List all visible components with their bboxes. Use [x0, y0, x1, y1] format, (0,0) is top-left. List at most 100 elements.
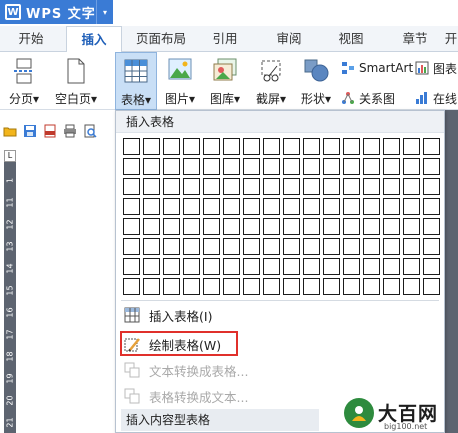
page-break-button[interactable]: 分页▾: [4, 52, 44, 110]
grid-cell[interactable]: [143, 198, 160, 215]
grid-cell[interactable]: [363, 218, 380, 235]
grid-cell[interactable]: [163, 198, 180, 215]
grid-cell[interactable]: [243, 258, 260, 275]
relation-graph-button[interactable]: 关系图: [341, 88, 395, 108]
grid-cell[interactable]: [423, 138, 440, 155]
grid-cell[interactable]: [263, 258, 280, 275]
grid-cell[interactable]: [403, 158, 420, 175]
grid-cell[interactable]: [403, 138, 420, 155]
grid-cell[interactable]: [183, 138, 200, 155]
open-folder-icon[interactable]: [3, 124, 17, 138]
grid-cell[interactable]: [283, 158, 300, 175]
grid-cell[interactable]: [163, 158, 180, 175]
grid-cell[interactable]: [143, 258, 160, 275]
grid-cell[interactable]: [403, 278, 420, 295]
grid-cell[interactable]: [243, 158, 260, 175]
grid-cell[interactable]: [183, 238, 200, 255]
grid-cell[interactable]: [343, 238, 360, 255]
grid-cell[interactable]: [323, 238, 340, 255]
grid-cell[interactable]: [323, 138, 340, 155]
grid-cell[interactable]: [263, 218, 280, 235]
grid-cell[interactable]: [323, 158, 340, 175]
grid-cell[interactable]: [143, 278, 160, 295]
grid-cell[interactable]: [383, 178, 400, 195]
grid-cell[interactable]: [323, 198, 340, 215]
grid-cell[interactable]: [223, 258, 240, 275]
grid-cell[interactable]: [183, 278, 200, 295]
export-pdf-icon[interactable]: [43, 124, 57, 138]
grid-cell[interactable]: [163, 218, 180, 235]
app-menu-button[interactable]: W WPS 文字 ▾: [0, 0, 113, 24]
table-button[interactable]: 表格▾: [115, 52, 157, 110]
grid-cell[interactable]: [343, 138, 360, 155]
grid-cell[interactable]: [363, 178, 380, 195]
grid-cell[interactable]: [363, 238, 380, 255]
grid-cell[interactable]: [123, 278, 140, 295]
tab-stop-selector[interactable]: L: [4, 150, 16, 162]
grid-cell[interactable]: [203, 198, 220, 215]
grid-cell[interactable]: [163, 258, 180, 275]
grid-cell[interactable]: [303, 258, 320, 275]
grid-cell[interactable]: [203, 258, 220, 275]
grid-cell[interactable]: [183, 158, 200, 175]
grid-cell[interactable]: [203, 218, 220, 235]
grid-cell[interactable]: [423, 238, 440, 255]
grid-cell[interactable]: [303, 138, 320, 155]
grid-cell[interactable]: [323, 278, 340, 295]
grid-cell[interactable]: [403, 218, 420, 235]
grid-cell[interactable]: [203, 158, 220, 175]
grid-cell[interactable]: [123, 198, 140, 215]
gallery-button[interactable]: 图库▾: [204, 52, 246, 110]
grid-cell[interactable]: [123, 158, 140, 175]
grid-cell[interactable]: [323, 258, 340, 275]
grid-cell[interactable]: [243, 238, 260, 255]
grid-cell[interactable]: [263, 178, 280, 195]
grid-cell[interactable]: [303, 238, 320, 255]
grid-cell[interactable]: [423, 218, 440, 235]
grid-cell[interactable]: [203, 178, 220, 195]
grid-cell[interactable]: [423, 258, 440, 275]
grid-cell[interactable]: [343, 218, 360, 235]
grid-cell[interactable]: [383, 238, 400, 255]
tab-sections[interactable]: 章节: [392, 26, 438, 52]
menu-item-insert-table[interactable]: 插入表格(I): [116, 303, 444, 327]
grid-cell[interactable]: [283, 178, 300, 195]
print-icon[interactable]: [63, 124, 77, 138]
tab-review[interactable]: 审阅: [266, 26, 312, 52]
grid-cell[interactable]: [343, 278, 360, 295]
grid-cell[interactable]: [243, 138, 260, 155]
chart-button[interactable]: 图表: [415, 58, 457, 78]
grid-cell[interactable]: [303, 278, 320, 295]
grid-cell[interactable]: [283, 198, 300, 215]
grid-cell[interactable]: [383, 138, 400, 155]
grid-cell[interactable]: [223, 278, 240, 295]
grid-cell[interactable]: [223, 178, 240, 195]
online-chart-button[interactable]: 在线: [415, 88, 457, 108]
grid-cell[interactable]: [143, 138, 160, 155]
grid-cell[interactable]: [123, 218, 140, 235]
grid-cell[interactable]: [203, 278, 220, 295]
grid-cell[interactable]: [163, 178, 180, 195]
grid-cell[interactable]: [263, 138, 280, 155]
shapes-button[interactable]: 形状▾: [295, 52, 337, 110]
grid-cell[interactable]: [223, 218, 240, 235]
tab-view[interactable]: 视图: [328, 26, 374, 52]
grid-cell[interactable]: [143, 178, 160, 195]
grid-cell[interactable]: [423, 158, 440, 175]
tab-references[interactable]: 引用: [202, 26, 248, 52]
grid-cell[interactable]: [203, 238, 220, 255]
tab-developer[interactable]: 开: [444, 26, 458, 52]
grid-cell[interactable]: [203, 138, 220, 155]
grid-cell[interactable]: [343, 178, 360, 195]
grid-cell[interactable]: [383, 158, 400, 175]
blank-page-button[interactable]: 空白页▾: [48, 52, 104, 110]
save-icon[interactable]: [23, 124, 37, 138]
grid-cell[interactable]: [403, 238, 420, 255]
grid-cell[interactable]: [243, 218, 260, 235]
tab-insert[interactable]: 插入: [66, 26, 122, 53]
grid-cell[interactable]: [383, 218, 400, 235]
grid-cell[interactable]: [223, 198, 240, 215]
grid-cell[interactable]: [303, 178, 320, 195]
grid-cell[interactable]: [183, 198, 200, 215]
grid-cell[interactable]: [223, 158, 240, 175]
